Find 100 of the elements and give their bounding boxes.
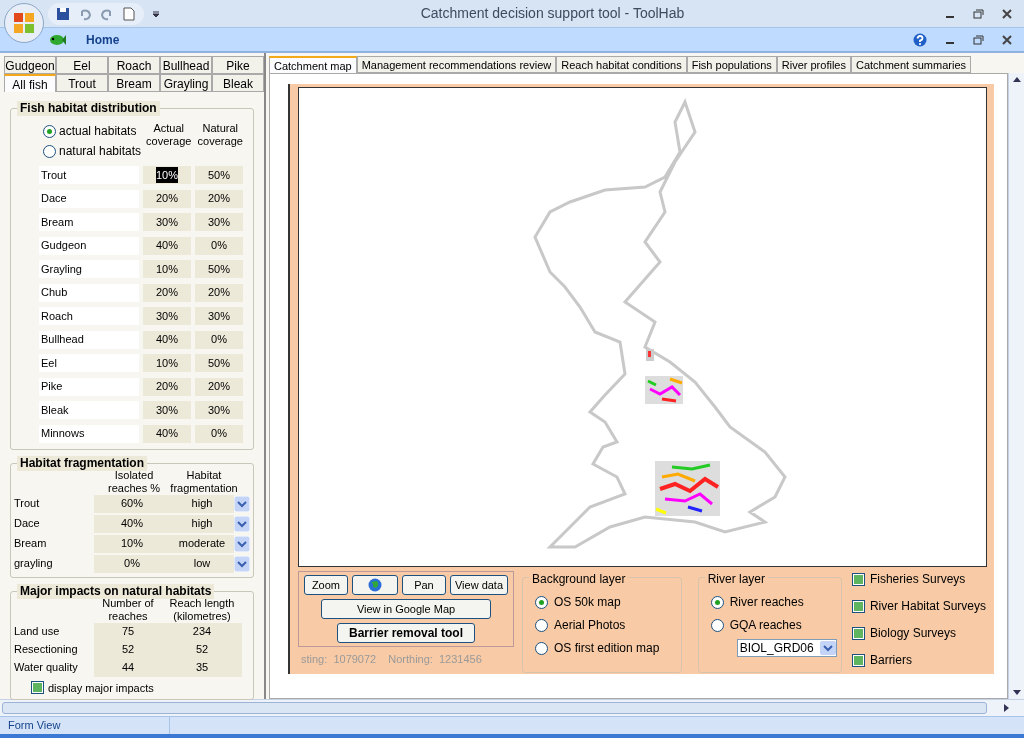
main-tab[interactable]: Catchment map [269,56,357,73]
fish-tab[interactable]: Gudgeon [4,56,56,74]
coverage-cell: 50% [195,354,243,372]
barrier-tool-button[interactable]: Barrier removal tool [337,623,475,643]
table-cell: 10% [94,534,170,553]
fish-name: Pike [39,377,139,396]
fish-name: Bleak [39,401,139,419]
radio-button[interactable] [43,144,56,158]
dropdown-arrow-icon[interactable] [234,515,250,532]
radio-button[interactable] [535,595,548,609]
fish-name: Grayling [39,260,139,278]
checkbox[interactable] [851,599,865,613]
dropdown[interactable]: low [170,554,234,573]
office-button[interactable] [4,3,44,43]
checkbox[interactable] [31,681,44,695]
coverage-cell: 30% [195,401,243,419]
coverage-cell: 20% [195,377,243,396]
coverage-cell: 20% [195,283,243,302]
dropdown[interactable]: moderate [170,534,234,553]
fish-name: Trout [39,166,139,184]
coverage-cell: 40% [143,330,191,349]
row-label: Land use [14,624,61,640]
main-tab[interactable]: Reach habitat conditions [556,56,687,73]
close-icon[interactable] [1002,8,1012,19]
map-button[interactable]: View data [449,575,509,595]
fish-tab[interactable]: All fish [4,74,56,92]
dropdown-arrow-icon[interactable] [234,495,250,512]
radio-button[interactable] [43,124,56,138]
radio-button[interactable] [710,618,724,632]
scroll-up-icon[interactable] [1011,75,1022,83]
scroll-right-icon[interactable] [1003,703,1010,713]
radio-button[interactable] [535,641,548,655]
fish-tab[interactable]: Trout [56,74,108,92]
coverage-cell: 0% [195,424,243,443]
fish-name: Bream [39,213,139,231]
main-tab[interactable]: River profiles [776,56,851,73]
radio-button[interactable] [710,595,724,609]
save-icon[interactable] [56,6,70,21]
dropdown-icon[interactable] [152,9,160,18]
google-map-button[interactable]: View in Google Map [321,599,491,619]
group-title: Habitat fragmentation [17,455,147,471]
dropdown[interactable]: high [170,494,234,513]
coverage-cell: 10% [143,166,191,184]
coverage-cell: 20% [195,189,243,208]
horizontal-scrollbar[interactable] [0,699,1024,716]
restore-icon[interactable] [973,34,984,45]
restore-icon[interactable] [973,8,984,19]
fish-tab[interactable]: Grayling [160,74,212,92]
map-button[interactable]: Zoom [303,575,348,595]
main-tab[interactable]: Catchment summaries [850,56,971,73]
dropdown-arrow-icon[interactable] [234,535,250,552]
fish-name: Minnows [39,424,139,443]
checkbox[interactable] [851,626,865,640]
vertical-scrollbar[interactable] [1008,73,1024,699]
coverage-cell: 50% [195,166,243,184]
close-icon[interactable] [1002,34,1012,45]
fish-tab[interactable]: Roach [108,56,160,74]
help-icon[interactable] [913,32,927,47]
radio-button[interactable] [535,618,548,632]
dropdown-arrow-icon[interactable] [234,555,250,572]
coverage-cell: 30% [195,307,243,325]
main-tab[interactable]: Fish populations [686,56,777,73]
coverage-cell: 10% [143,354,191,372]
table-cell: 40% [94,514,170,533]
row-label: Bream [14,536,48,552]
fish-tab[interactable]: Bullhead [160,56,212,74]
easting-readout: sting: 1079072 [301,652,377,667]
column-header: Number of reaches [101,596,155,623]
fish-tab[interactable]: Pike [212,56,264,74]
dropdown[interactable]: high [170,514,234,533]
fish-name: Eel [39,354,139,372]
coverage-cell: 0% [195,236,243,255]
coverage-cell: 20% [143,377,191,396]
coverage-cell: 40% [143,236,191,255]
scroll-down-icon[interactable] [1011,689,1022,697]
group-title: Major impacts on natural habitats [17,583,215,599]
main-tab[interactable]: Management recommendations review [356,56,557,73]
table-cell: 234 [162,622,242,641]
ribbon-tab[interactable]: Home [82,30,124,49]
document-icon[interactable] [122,6,136,21]
globe-button[interactable] [351,575,398,595]
coverage-cell: 40% [143,424,191,443]
layer-dropdown[interactable]: BIOL_GRD06 [736,639,837,657]
coverage-cell: 10% [143,260,191,278]
window-title: Catchment decision support tool - ToolHab [419,4,686,23]
fish-tab[interactable]: Eel [56,56,108,74]
group-title: Background layer [529,572,629,586]
fish-tab[interactable]: Bleak [212,74,264,92]
checkbox-label: Biology Surveys [869,625,956,642]
fish-tab[interactable]: Bream [108,74,160,92]
coverage-cell: 20% [143,283,191,302]
column-header: Natural coverage [196,122,244,149]
map-button[interactable]: Pan [401,575,446,595]
checkbox-label: River Habitat Surveys [869,598,986,615]
group-title: River layer [704,572,768,586]
checkbox-label: Fisheries Surveys [869,571,966,588]
checkbox[interactable] [851,653,865,667]
checkbox[interactable] [851,572,865,586]
fish-name: Dace [39,189,139,208]
radio-label: Aerial Photos [554,617,626,634]
